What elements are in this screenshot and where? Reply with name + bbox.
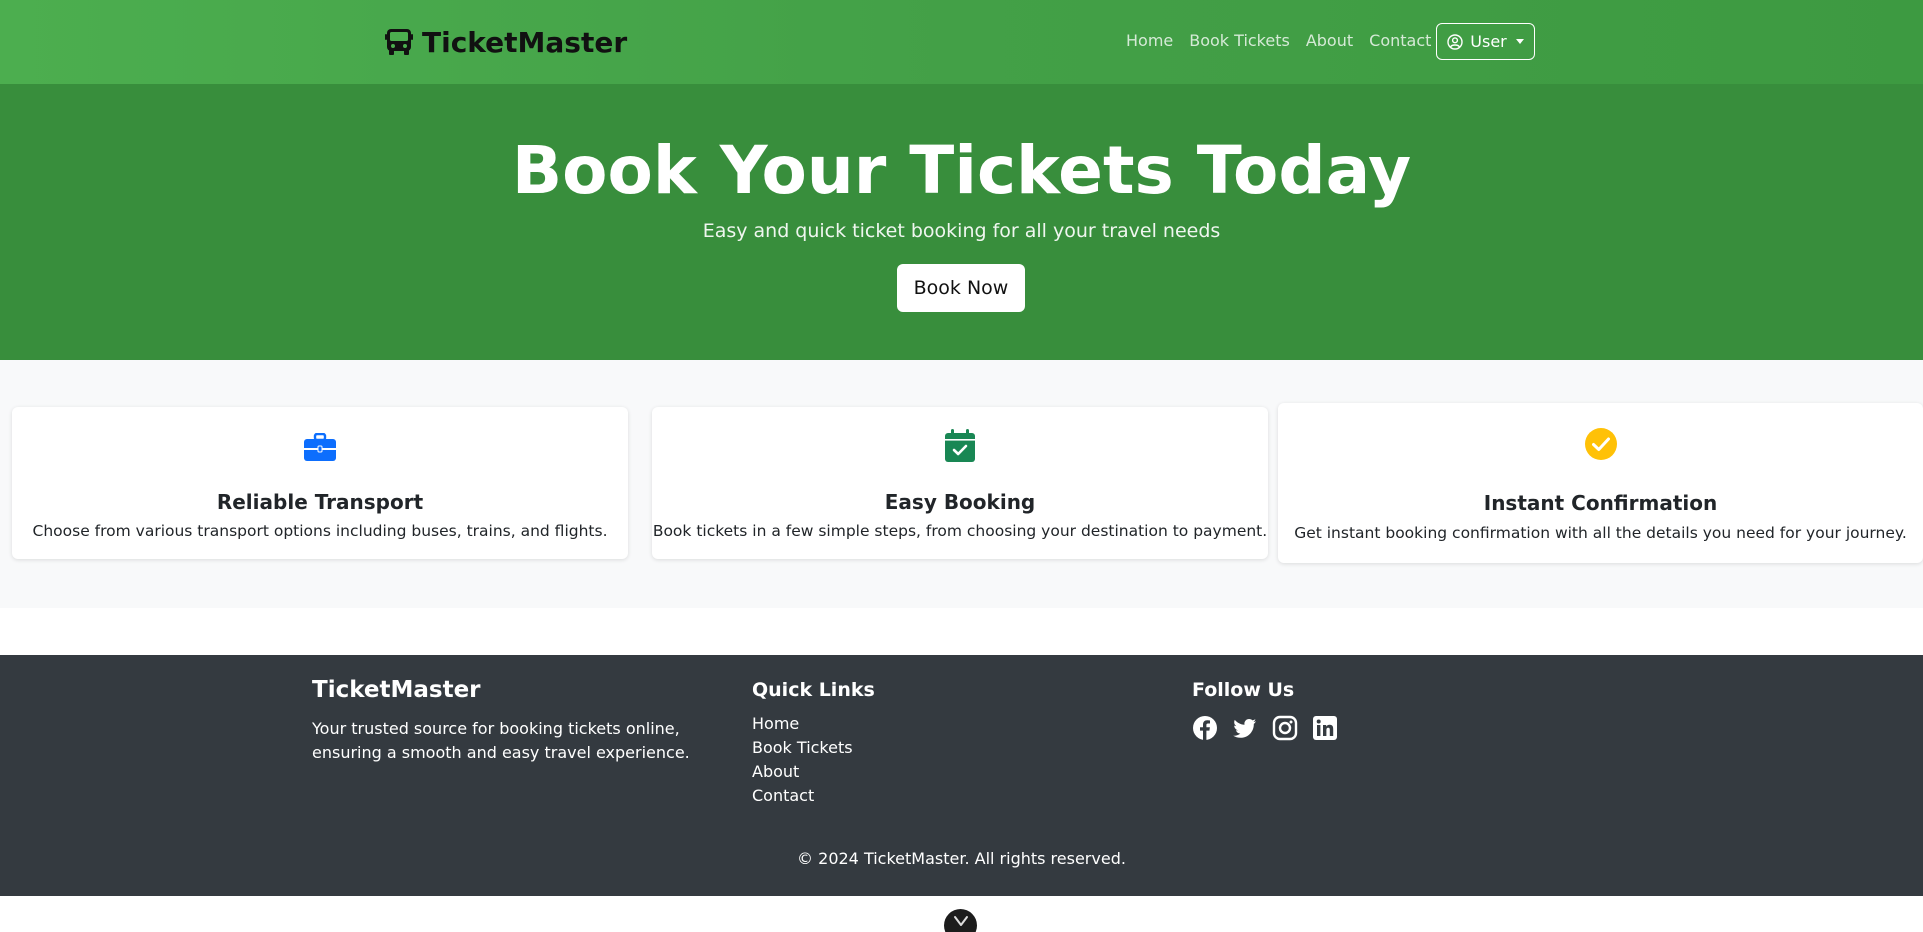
- footer-link-book-tickets[interactable]: Book Tickets: [752, 736, 853, 760]
- twitter-icon[interactable]: [1232, 715, 1258, 741]
- linkedin-icon[interactable]: [1312, 715, 1338, 741]
- feature-title: Easy Booking: [884, 490, 1036, 514]
- nav-link-about[interactable]: About: [1306, 31, 1353, 50]
- footer-brand: TicketMaster: [312, 677, 481, 703]
- footer-link-contact[interactable]: Contact: [752, 784, 853, 808]
- nav-link-home[interactable]: Home: [1126, 31, 1173, 50]
- hero-section: Book Your Tickets Today Easy and quick t…: [0, 84, 1923, 360]
- features-section: Reliable Transport Choose from various t…: [0, 360, 1923, 608]
- footer-link-about[interactable]: About: [752, 760, 853, 784]
- quick-links-list: Home Book Tickets About Contact: [752, 712, 853, 808]
- book-now-button[interactable]: Book Now: [897, 264, 1025, 312]
- user-label: User: [1470, 32, 1507, 51]
- hero-subtitle: Easy and quick ticket booking for all yo…: [702, 220, 1221, 242]
- navbar: TicketMaster Home Book Tickets About Con…: [0, 0, 1923, 84]
- floating-widget-button[interactable]: [944, 909, 977, 932]
- footer-link-home[interactable]: Home: [752, 712, 853, 736]
- caret-down-icon: [1515, 39, 1524, 44]
- feature-text: Book tickets in a few simple steps, from…: [652, 522, 1268, 540]
- check-circle-icon: [1584, 428, 1617, 460]
- feature-title: Reliable Transport: [216, 490, 424, 514]
- feature-card-easy-booking: Easy Booking Book tickets in a few simpl…: [652, 407, 1268, 559]
- calendar-check-icon: [945, 429, 975, 462]
- user-circle-icon: [1447, 33, 1463, 50]
- user-dropdown-button[interactable]: User: [1436, 23, 1535, 60]
- nav-link-book-tickets[interactable]: Book Tickets: [1189, 31, 1290, 50]
- feature-text: Get instant booking confirmation with al…: [1294, 524, 1907, 542]
- bus-icon: [385, 29, 413, 55]
- footer-description: Your trusted source for booking tickets …: [312, 719, 690, 762]
- brand-name: TicketMaster: [422, 25, 628, 59]
- social-links: [1192, 715, 1338, 741]
- feature-card-instant-confirmation: Instant Confirmation Get instant booking…: [1278, 403, 1923, 563]
- copyright-text: © 2024 TicketMaster. All rights reserved…: [797, 849, 1126, 868]
- nav-links: Home Book Tickets About Contact: [1126, 31, 1431, 50]
- briefcase-icon: [304, 433, 336, 461]
- feature-title: Instant Confirmation: [1483, 491, 1718, 515]
- facebook-icon[interactable]: [1192, 715, 1218, 741]
- feature-card-reliable-transport: Reliable Transport Choose from various t…: [12, 407, 628, 559]
- feature-text: Choose from various transport options in…: [32, 522, 608, 540]
- footer: TicketMaster Your trusted source for boo…: [0, 655, 1923, 896]
- follow-us-heading: Follow Us: [1192, 679, 1295, 701]
- hero-title: Book Your Tickets Today: [511, 132, 1412, 209]
- quick-links-heading: Quick Links: [752, 679, 875, 701]
- instagram-icon[interactable]: [1272, 715, 1298, 741]
- nav-link-contact[interactable]: Contact: [1369, 31, 1431, 50]
- chevron-down-icon: [953, 916, 968, 926]
- brand-logo[interactable]: TicketMaster: [384, 24, 627, 60]
